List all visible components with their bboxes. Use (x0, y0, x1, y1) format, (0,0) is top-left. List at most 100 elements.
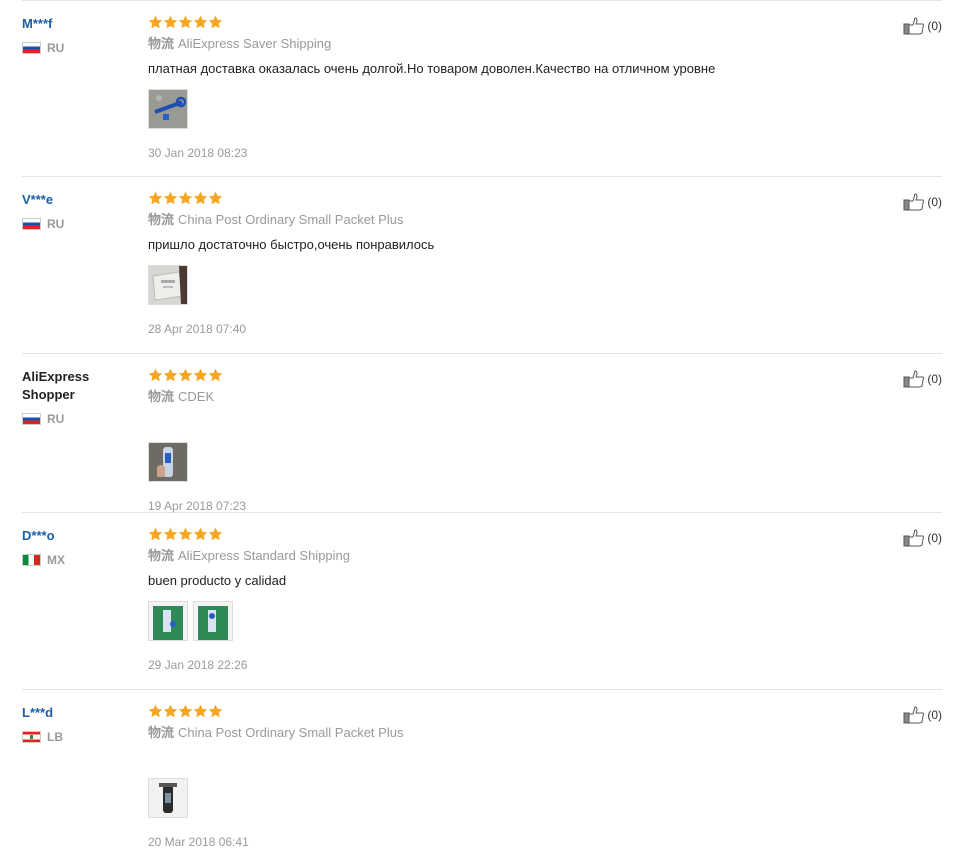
review-photo-thumbnail[interactable] (148, 265, 188, 305)
star-icon (178, 191, 193, 205)
country-code: MX (47, 553, 65, 567)
review-date: 28 Apr 2018 07:40 (148, 322, 247, 336)
review-photo-thumbnail[interactable] (148, 601, 188, 641)
review-content: 物流 CDEK 19 Apr 2018 07:23 (148, 368, 828, 513)
reviewer-name-link[interactable]: D***o (22, 527, 132, 545)
reviewer-info: L***d LB (22, 704, 132, 744)
shipping-method: 物流 AliExpress Standard Shipping (148, 548, 828, 564)
star-icon (178, 15, 193, 29)
star-rating (148, 704, 828, 720)
shipping-name: AliExpress Standard Shipping (178, 548, 351, 563)
shipping-label: 物流 (148, 212, 175, 227)
star-icon (148, 15, 163, 29)
shipping-label: 物流 (148, 725, 175, 740)
review-date: 29 Jan 2018 22:26 (148, 658, 248, 672)
review-content: 物流 China Post Ordinary Small Packet Plus … (148, 704, 828, 849)
thumbs-up-icon[interactable] (903, 370, 925, 388)
thumbs-up-icon[interactable] (903, 706, 925, 724)
star-icon (208, 15, 223, 29)
review-text: buen producto y calidad (148, 573, 287, 588)
russia-flag-icon (22, 42, 41, 54)
star-rating (148, 527, 828, 543)
star-icon (208, 527, 223, 541)
star-icon (163, 191, 178, 205)
reviewer-info: V***e RU (22, 191, 132, 231)
review-content: 物流 AliExpress Standard Shipping buen prod… (148, 527, 828, 672)
shipping-name: CDEK (178, 389, 215, 404)
reviewer-country: RU (22, 412, 132, 426)
country-code: RU (47, 217, 65, 231)
helpful-vote[interactable]: (0) (903, 17, 942, 35)
star-icon (148, 527, 163, 541)
helpful-count: (0) (927, 531, 942, 545)
shipping-name: China Post Ordinary Small Packet Plus (178, 212, 404, 227)
helpful-count: (0) (927, 19, 942, 33)
thumbs-up-icon[interactable] (903, 529, 925, 547)
star-icon (208, 368, 223, 382)
helpful-vote[interactable]: (0) (903, 529, 942, 547)
review-photos (148, 442, 828, 482)
review-photos (148, 601, 828, 641)
review-photo-thumbnail[interactable] (148, 778, 188, 818)
review-photo-thumbnail[interactable] (148, 442, 188, 482)
review-text: платная доставка оказалась очень долгой.… (148, 61, 716, 76)
reviewer-country: RU (22, 41, 132, 55)
star-icon (163, 527, 178, 541)
shipping-label: 物流 (148, 548, 175, 563)
review-photos (148, 265, 828, 305)
star-icon (178, 368, 193, 382)
review-item: L***d LB 物流 China Post Ordinary Small Pac… (22, 690, 942, 849)
review-photos (148, 89, 828, 129)
reviewer-name-link[interactable]: M***f (22, 15, 132, 33)
review-content: 物流 China Post Ordinary Small Packet Plus … (148, 191, 828, 336)
review-date: 19 Apr 2018 07:23 (148, 499, 247, 513)
helpful-vote[interactable]: (0) (903, 193, 942, 211)
reviewer-name-link[interactable]: L***d (22, 704, 132, 722)
country-code: LB (47, 730, 63, 744)
thumbs-up-icon[interactable] (903, 193, 925, 211)
shipping-name: AliExpress Saver Shipping (178, 36, 332, 51)
star-icon (208, 704, 223, 718)
reviewer-country: MX (22, 553, 132, 567)
star-icon (193, 527, 208, 541)
star-rating (148, 15, 828, 31)
review-item: V***e RU 物流 China Post Ordinary Small Pac… (22, 177, 942, 354)
review-content: 物流 AliExpress Saver Shipping платная дост… (148, 15, 828, 160)
review-text (148, 750, 828, 766)
review-item: D***o MX 物流 AliExpress Standard Shipping … (22, 513, 942, 690)
shipping-name: China Post Ordinary Small Packet Plus (178, 725, 404, 740)
country-code: RU (47, 41, 65, 55)
shipping-label: 物流 (148, 36, 175, 51)
star-icon (163, 704, 178, 718)
star-icon (193, 368, 208, 382)
star-icon (193, 15, 208, 29)
helpful-vote[interactable]: (0) (903, 706, 942, 724)
shipping-label: 物流 (148, 389, 175, 404)
review-photo-thumbnail[interactable] (193, 601, 233, 641)
thumbs-up-icon[interactable] (903, 17, 925, 35)
helpful-vote[interactable]: (0) (903, 370, 942, 388)
helpful-count: (0) (927, 708, 942, 722)
star-icon (178, 527, 193, 541)
star-icon (208, 191, 223, 205)
star-icon (193, 704, 208, 718)
review-date: 30 Jan 2018 08:23 (148, 146, 248, 160)
reviewer-name-link[interactable]: V***e (22, 191, 132, 209)
helpful-count: (0) (927, 195, 942, 209)
shipping-method: 物流 CDEK (148, 389, 828, 405)
country-code: RU (47, 412, 65, 426)
star-icon (148, 191, 163, 205)
star-icon (178, 704, 193, 718)
review-item: AliExpress Shopper RU 物流 CDEK 19 Apr 201… (22, 354, 942, 513)
reviewer-name-link[interactable]: AliExpress Shopper (22, 368, 132, 404)
star-icon (148, 368, 163, 382)
russia-flag-icon (22, 413, 41, 425)
star-rating (148, 368, 828, 384)
reviewer-country: LB (22, 730, 132, 744)
review-text (148, 414, 828, 430)
helpful-count: (0) (927, 372, 942, 386)
reviewer-info: AliExpress Shopper RU (22, 368, 132, 426)
review-date: 20 Mar 2018 06:41 (148, 835, 249, 849)
lebanon-flag-icon (22, 731, 41, 743)
review-photo-thumbnail[interactable] (148, 89, 188, 129)
